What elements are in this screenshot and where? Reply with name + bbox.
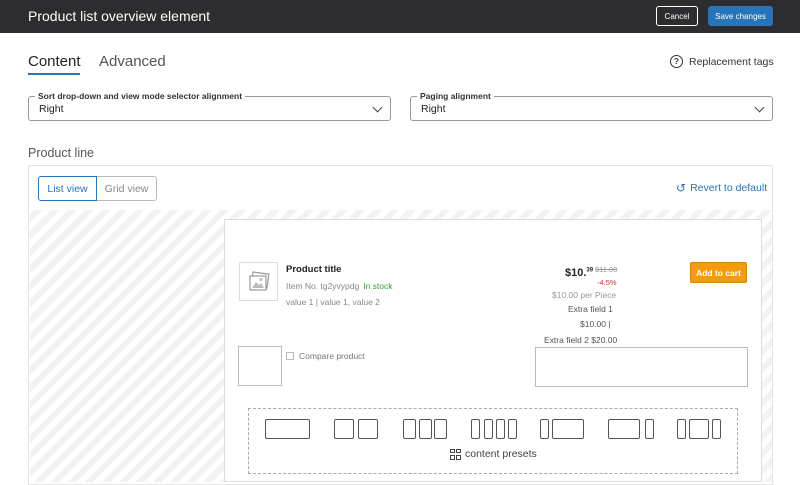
grid-view-button[interactable]: Grid view — [97, 176, 157, 201]
tab-advanced[interactable]: Advanced — [99, 53, 166, 70]
old-price: $11.00 — [595, 265, 618, 274]
sort-alignment-value: Right — [39, 103, 64, 115]
save-changes-button[interactable]: Save changes — [708, 6, 773, 26]
price-per-piece: $10.00 per Piece — [552, 290, 617, 300]
cancel-button[interactable]: Cancel — [656, 6, 698, 26]
preset-block — [645, 419, 654, 439]
quantity-placeholder — [238, 346, 282, 386]
preset-block — [552, 419, 584, 439]
help-circle-icon: ? — [670, 55, 683, 68]
preset-block — [484, 419, 493, 439]
preset-block — [434, 419, 447, 439]
price-cents: 39 — [586, 267, 594, 274]
preset-block — [471, 419, 480, 439]
price-main: $10. — [565, 267, 587, 279]
compare-product-label: Compare product — [299, 351, 365, 361]
product-image-placeholder — [239, 262, 278, 301]
compare-product-checkbox[interactable]: Compare product — [286, 351, 365, 361]
preset-block — [540, 419, 549, 439]
replacement-tags-link[interactable]: ? Replacement tags — [670, 55, 774, 68]
preset-block — [689, 419, 709, 439]
item-number: Item No. tg2yvypdg In stock — [286, 281, 393, 291]
paging-alignment-label: Paging alignment — [417, 91, 494, 101]
image-icon — [248, 270, 270, 291]
revert-to-default-link[interactable]: ↺ Revert to default — [676, 181, 767, 195]
paging-alignment-select[interactable]: Paging alignment Right — [410, 91, 773, 121]
product-attributes: value 1 | value 1, value 2 — [286, 297, 380, 307]
content-presets-text: content presets — [465, 448, 537, 460]
revert-icon: ↺ — [676, 181, 687, 195]
view-mode-toggle: List view Grid view — [38, 176, 157, 201]
revert-label: Revert to default — [690, 182, 768, 194]
product-title: Product title — [286, 264, 342, 275]
active-tab-indicator — [28, 73, 80, 75]
paging-alignment-value: Right — [421, 103, 446, 115]
sort-alignment-label: Sort drop-down and view mode selector al… — [35, 91, 246, 101]
checkbox-icon — [286, 352, 294, 360]
preset-block — [508, 419, 517, 439]
preset-block — [496, 419, 505, 439]
extra-field-2: Extra field 2 $20.00 — [544, 335, 618, 345]
preset-block — [334, 419, 354, 439]
dialog-title: Product list overview element — [28, 8, 211, 24]
chevron-down-icon — [754, 102, 765, 113]
preset-block — [608, 419, 640, 439]
grid-icon — [450, 448, 461, 460]
actions-placeholder — [535, 347, 748, 387]
preset-block — [358, 419, 378, 439]
sort-alignment-select[interactable]: Sort drop-down and view mode selector al… — [28, 91, 391, 121]
tab-content[interactable]: Content — [28, 53, 81, 70]
discount-badge: -4.5% — [597, 278, 617, 287]
product-line-heading: Product line — [28, 146, 95, 160]
preset-block — [677, 419, 686, 439]
preset-block — [712, 419, 721, 439]
preset-block — [419, 419, 432, 439]
content-presets-label: content presets — [450, 448, 537, 460]
top-bar: Product list overview element Cancel Sav… — [0, 0, 800, 33]
list-view-button[interactable]: List view — [38, 176, 97, 201]
content-presets-area[interactable] — [248, 408, 738, 474]
add-to-cart-button[interactable]: Add to cart — [690, 262, 747, 283]
item-number-text: Item No. tg2yvypdg — [286, 281, 360, 291]
preset-block — [403, 419, 416, 439]
replacement-tags-label: Replacement tags — [689, 55, 774, 68]
stock-status: In stock — [363, 281, 393, 291]
extra-field-1-label: Extra field 1 — [568, 304, 613, 314]
price: $10.39 — [565, 267, 593, 279]
preset-block — [265, 419, 310, 439]
extra-field-1-value: $10.00 | — [580, 319, 611, 329]
chevron-down-icon — [372, 102, 383, 113]
